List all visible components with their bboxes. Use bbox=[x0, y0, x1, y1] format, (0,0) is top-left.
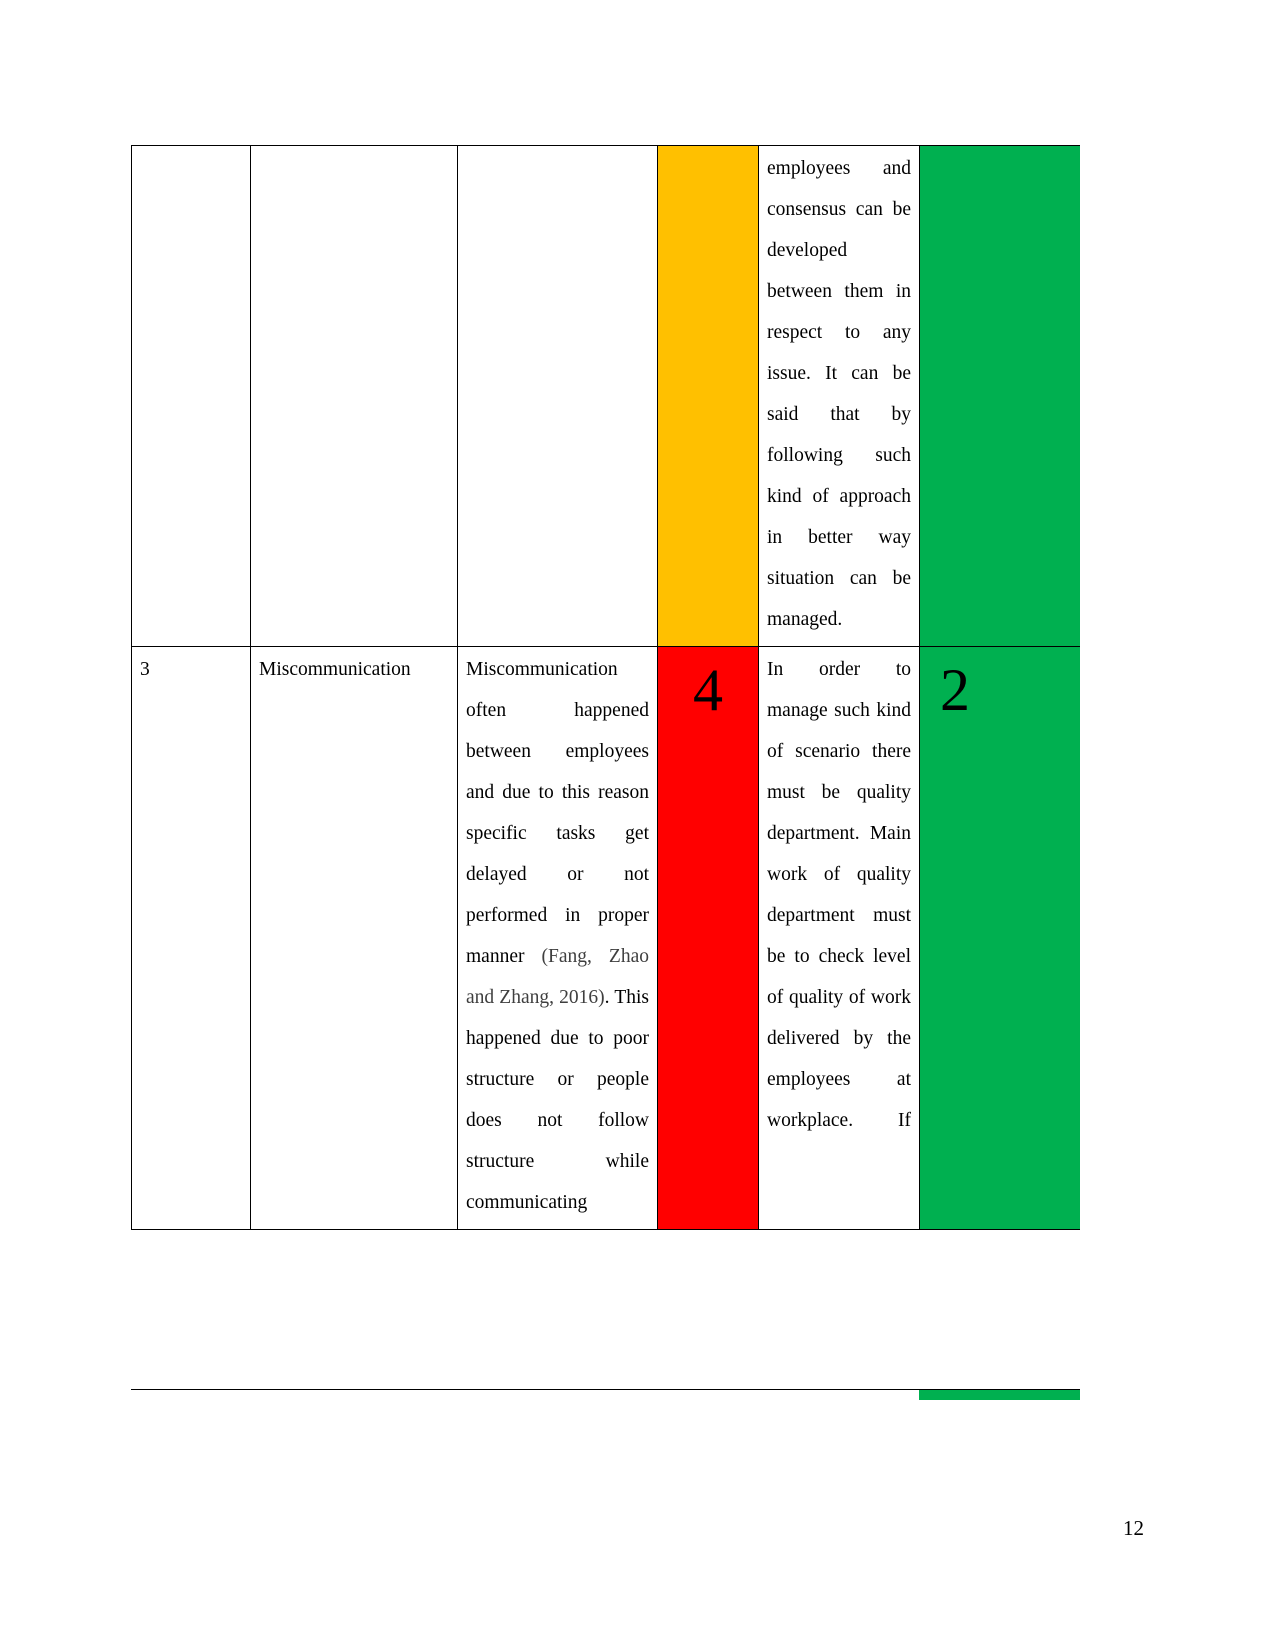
risk-description-part2: . This happened due to poor structure or… bbox=[466, 987, 649, 1213]
risk-table-viewport: employees and consensus can be developed… bbox=[131, 145, 1080, 1390]
cell-residual-rating: 2 bbox=[919, 646, 1080, 1230]
risk-description-text: Miscommunication often happened between … bbox=[458, 647, 657, 1229]
risk-name-text bbox=[251, 146, 457, 154]
risk-description-part1: Miscommunication often happened between … bbox=[466, 659, 649, 967]
cell-mitigation: employees and consensus can be developed… bbox=[758, 145, 920, 647]
mitigation-text: In order to manage such kind of scenario… bbox=[767, 659, 911, 1131]
cell-row-number: 3 bbox=[131, 646, 251, 1230]
table-row: 3 Miscommunication Miscommunication ofte… bbox=[131, 646, 1080, 1230]
cell-risk-name: Miscommunication bbox=[250, 646, 458, 1230]
risk-description-text bbox=[458, 146, 657, 154]
cell-risk-score bbox=[657, 145, 759, 647]
mitigation-text: employees and consensus can be developed… bbox=[767, 158, 911, 630]
row-number-text bbox=[132, 146, 250, 154]
cell-risk-description bbox=[457, 145, 658, 647]
cell-risk-name bbox=[250, 145, 458, 647]
risk-register-table: employees and consensus can be developed… bbox=[131, 145, 1080, 1230]
cell-risk-score: 4 bbox=[657, 646, 759, 1230]
risk-name-text: Miscommunication bbox=[259, 659, 411, 680]
document-page: employees and consensus can be developed… bbox=[0, 0, 1275, 1651]
green-column-bleed bbox=[919, 1390, 1080, 1400]
cell-row-number bbox=[131, 145, 251, 647]
table-row: employees and consensus can be developed… bbox=[131, 145, 1080, 647]
residual-rating-value: 2 bbox=[940, 657, 970, 723]
cell-residual-rating bbox=[919, 145, 1080, 647]
residual-rating-value bbox=[920, 146, 1080, 158]
page-number: 12 bbox=[1123, 1516, 1144, 1540]
cell-mitigation: In order to manage such kind of scenario… bbox=[758, 646, 920, 1230]
row-number-text: 3 bbox=[140, 659, 150, 680]
cell-risk-description: Miscommunication often happened between … bbox=[457, 646, 658, 1230]
risk-score-value bbox=[658, 146, 758, 158]
risk-score-value: 4 bbox=[693, 657, 723, 723]
